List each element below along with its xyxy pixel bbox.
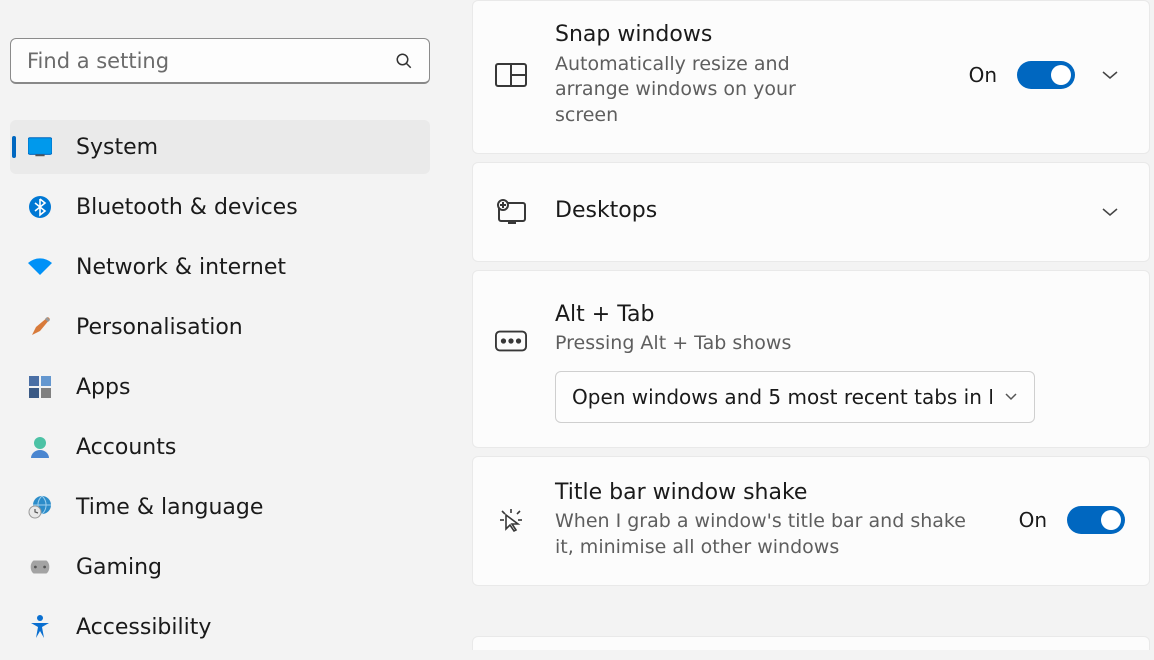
sidebar-item-label: Network & internet	[76, 255, 286, 280]
chevron-down-icon[interactable]	[1095, 197, 1125, 227]
sidebar-item-accessibility[interactable]: Accessibility	[10, 600, 430, 654]
sidebar-item-label: Time & language	[76, 495, 263, 520]
cursor-shake-icon	[495, 504, 527, 536]
setting-title: Alt + Tab	[555, 301, 1125, 330]
sidebar-item-label: Apps	[76, 375, 130, 400]
paintbrush-icon	[28, 315, 52, 339]
accessibility-icon	[28, 615, 52, 639]
setting-desc: When I grab a window's title bar and sha…	[555, 509, 975, 560]
sidebar-item-gaming[interactable]: Gaming	[10, 540, 430, 594]
desktops-icon	[495, 196, 527, 228]
sidebar-item-label: Gaming	[76, 555, 162, 580]
setting-snap-windows[interactable]: Snap windows Automatically resize and ar…	[472, 0, 1150, 154]
sidebar-item-time[interactable]: Time & language	[10, 480, 430, 534]
sidebar-item-network[interactable]: Network & internet	[10, 240, 430, 294]
apps-icon	[28, 375, 52, 399]
search-input[interactable]	[27, 49, 395, 73]
bluetooth-icon	[28, 195, 52, 219]
sidebar-item-apps[interactable]: Apps	[10, 360, 430, 414]
toggle-state-label: On	[969, 63, 997, 87]
setting-title: Snap windows	[555, 21, 941, 50]
globe-clock-icon	[28, 495, 52, 519]
sidebar-item-label: Accessibility	[76, 615, 211, 640]
system-icon	[28, 135, 52, 159]
sidebar-item-label: Accounts	[76, 435, 176, 460]
setting-title: Title bar window shake	[555, 479, 991, 508]
chevron-down-icon	[1004, 392, 1018, 401]
sidebar-item-system[interactable]: System	[10, 120, 430, 174]
dropdown-value: Open windows and 5 most recent tabs in M	[572, 385, 992, 409]
snap-windows-toggle[interactable]	[1017, 61, 1075, 89]
setting-desktops[interactable]: Desktops	[472, 162, 1150, 262]
setting-desc: Automatically resize and arrange windows…	[555, 52, 865, 129]
alt-tab-icon	[495, 325, 527, 357]
chevron-down-icon[interactable]	[1095, 60, 1125, 90]
setting-title-bar-shake[interactable]: Title bar window shake When I grab a win…	[472, 456, 1150, 586]
setting-desc: Pressing Alt + Tab shows	[555, 331, 975, 357]
search-icon	[395, 52, 413, 70]
sidebar-item-accounts[interactable]: Accounts	[10, 420, 430, 474]
sidebar-item-personalisation[interactable]: Personalisation	[10, 300, 430, 354]
setting-help[interactable]	[472, 636, 1150, 650]
sidebar-item-label: Bluetooth & devices	[76, 195, 298, 220]
setting-title: Desktops	[555, 197, 1067, 226]
sidebar-item-label: System	[76, 135, 158, 160]
gamepad-icon	[28, 555, 52, 579]
search-box[interactable]	[10, 38, 430, 84]
setting-alt-tab: Alt + Tab Pressing Alt + Tab shows Open …	[472, 270, 1150, 448]
title-bar-shake-toggle[interactable]	[1067, 506, 1125, 534]
toggle-state-label: On	[1019, 508, 1047, 532]
accounts-icon	[28, 435, 52, 459]
alt-tab-dropdown[interactable]: Open windows and 5 most recent tabs in M	[555, 371, 1035, 423]
snap-windows-icon	[495, 59, 527, 91]
sidebar-item-bluetooth[interactable]: Bluetooth & devices	[10, 180, 430, 234]
sidebar-item-label: Personalisation	[76, 315, 243, 340]
wifi-icon	[28, 255, 52, 279]
